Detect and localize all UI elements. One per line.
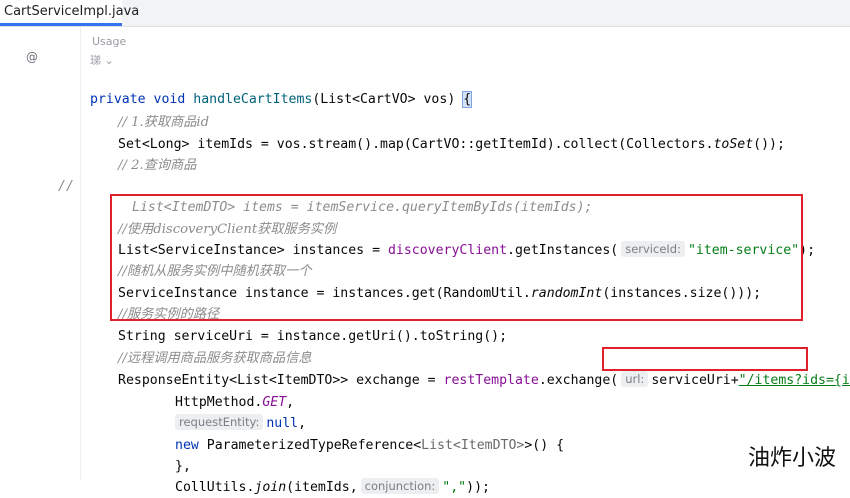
code-line-join: CollUtils.join(itemIds, conjunction: ","))… bbox=[0, 456, 850, 495]
code-line-type-reference: new ParameterizedTypeReference<List<Item… bbox=[0, 414, 850, 453]
code-line-commented-items: // List<ItemDTO> items = itemService.que… bbox=[0, 155, 850, 215]
code-line-comment-6: //远程调用商品服务获取商品信息 bbox=[0, 327, 850, 366]
override-marker-icon[interactable]: @ bbox=[26, 47, 38, 68]
watermark: 油炸小波 bbox=[747, 446, 836, 471]
author-hint-row: 珶 ⌄ bbox=[0, 32, 850, 67]
code-line-request-entity: requestEntity: null, bbox=[0, 392, 850, 431]
param-hint: conjunction: bbox=[360, 478, 440, 494]
code-line-item-ids: Set<Long> itemIds = vos.stream().map(Car… bbox=[0, 113, 850, 152]
code-line-close-brace: }, bbox=[0, 435, 850, 474]
code-text[interactable]: CollUtils.join(itemIds, conjunction: ","))… bbox=[175, 477, 490, 498]
code-line-comment-1: // 1.获取商品id bbox=[0, 91, 850, 130]
annotation-box-discovery bbox=[110, 194, 803, 321]
usage-hint-row: Usage bbox=[0, 14, 850, 48]
code-line-comment-2: // 2.查询商品 bbox=[0, 134, 850, 173]
code-line-method-signature: @ private void handleCartItems(List<Cart… bbox=[0, 47, 850, 108]
line-comment-marker: // bbox=[58, 179, 74, 194]
code-line-http-method: HttpMethod.GET, bbox=[0, 371, 850, 410]
annotation-box-url bbox=[602, 347, 808, 371]
